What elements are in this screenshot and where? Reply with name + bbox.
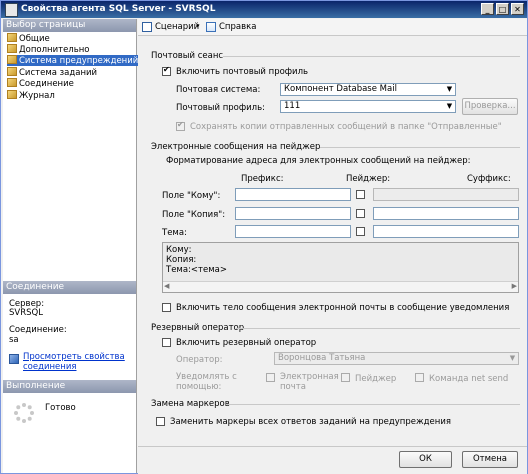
progress-spinner-icon [14,403,34,423]
operator-label: Оператор: [176,355,223,365]
group-divider [226,404,520,405]
prefix-column-label: Префикс: [241,174,284,184]
page-icon [7,90,17,99]
connection-properties-icon [9,354,19,364]
nav-advanced[interactable]: Дополнительно [7,44,90,55]
test-button[interactable]: Проверка... [462,98,518,115]
maximize-button[interactable]: □ [496,3,509,15]
connection-header: Соединение [3,281,136,294]
app-icon [5,3,18,17]
select-page-header: Выбор страницы [3,19,136,32]
address-preview-box: Кому: Копия: Тема:<тема> ◀ ▶ [162,242,519,293]
to-prefix-input[interactable] [235,188,351,201]
notify-netsend-checkbox[interactable] [415,373,424,382]
enable-failsafe-label: Включить резервный оператор [176,338,317,348]
group-divider [320,147,520,148]
connection-label: Соединение: [9,325,67,335]
dropdown-arrow-icon: ▼ [444,101,455,112]
page-icon [7,55,17,64]
to-suffix-input[interactable] [373,188,519,201]
help-icon [206,22,216,32]
title-bar: Свойства агента SQL Server - SVRSQL _ □ … [1,1,527,18]
include-body-checkbox[interactable] [162,303,171,312]
subject-prefix-input[interactable] [235,225,351,238]
horizontal-scrollbar[interactable]: ◀ ▶ [163,281,518,292]
properties-window: Свойства агента SQL Server - SVRSQL _ □ … [0,0,528,474]
save-copies-label: Сохранять копии отправленных сообщений в… [190,122,502,132]
notify-via-label: Уведомлять с помощью: [176,372,237,392]
ok-button[interactable]: ОК [399,451,452,468]
cancel-button[interactable]: Отмена [462,451,518,468]
pager-group-label: Электронные сообщения на пейджер [151,142,321,152]
scroll-left-icon[interactable]: ◀ [164,282,169,290]
cc-pager-checkbox[interactable] [356,209,365,218]
include-body-label: Включить тело сообщения электронной почт… [176,303,510,313]
subject-field-label: Тема: [162,228,187,238]
enable-mail-profile-checkbox[interactable] [162,65,171,76]
window-title: Свойства агента SQL Server - SVRSQL [21,4,216,14]
enable-mail-profile-label: Включить почтовый профиль [176,67,309,77]
progress-status: Готово [45,403,76,413]
nav-general[interactable]: Общие [7,33,50,44]
progress-header: Выполнение [3,380,136,393]
enable-failsafe-checkbox[interactable] [162,338,171,347]
cc-field-label: Поле "Копия": [162,210,226,220]
scroll-right-icon[interactable]: ▶ [512,282,517,290]
mail-profile-label: Почтовый профиль: [176,103,265,113]
cc-prefix-input[interactable] [235,207,351,220]
alert-system-page: Почтовый сеанс Включить почтовый профиль… [138,36,527,446]
notify-email-label: Электронная почта [280,372,339,392]
page-icon [7,78,17,87]
server-value: SVRSQL [9,308,43,318]
preview-cc-line: Копия: [166,255,197,265]
cc-suffix-input[interactable] [373,207,519,220]
nav-connection[interactable]: Соединение [7,78,74,89]
nav-history[interactable]: Журнал [7,90,55,101]
to-field-label: Поле "Кому": [162,191,221,201]
left-pane: Выбор страницы Общие Дополнительно Систе… [3,19,141,473]
notify-pager-label: Пейджер [355,374,397,384]
dropdown-arrow-icon: ▼ [444,84,455,95]
group-divider [223,56,520,57]
help-button[interactable]: Справка [219,22,256,32]
view-connection-properties-link[interactable]: Просмотреть свойства соединения [23,352,133,372]
operator-dropdown[interactable]: Воронцова Татьяна ▼ [274,352,519,365]
suffix-column-label: Суффикс: [467,174,511,184]
to-pager-checkbox[interactable] [356,190,365,199]
failsafe-group-label: Резервный оператор [151,323,245,333]
preview-subject-line: Тема:<тема> [166,265,227,275]
mail-profile-dropdown[interactable]: 111 ▼ [280,100,456,113]
notify-email-checkbox[interactable] [266,373,275,382]
mail-session-group-label: Почтовый сеанс [151,51,224,61]
mail-system-label: Почтовая система: [176,85,261,95]
pager-format-label: Форматирование адреса для электронных со… [166,156,471,166]
notify-pager-checkbox[interactable] [341,373,350,382]
page-icon [7,44,17,53]
replace-tokens-label: Заменить маркеры всех ответов заданий на… [170,417,451,427]
replace-tokens-checkbox[interactable] [156,417,165,426]
dropdown-arrow-icon: ▼ [507,353,518,364]
group-divider [236,328,520,329]
script-button[interactable]: Сценарий [155,22,199,32]
subject-pager-checkbox[interactable] [356,227,365,236]
minimize-button[interactable]: _ [481,3,494,15]
page-icon [7,67,17,76]
nav-alert-system[interactable]: Система предупреждений [7,55,141,66]
preview-to-line: Кому: [166,245,192,255]
notify-netsend-label: Команда net send [429,374,509,384]
save-copies-checkbox[interactable] [176,120,185,131]
mail-system-dropdown[interactable]: Компонент Database Mail ▼ [280,83,456,96]
tokens-group-label: Замена маркеров [151,399,230,409]
subject-suffix-input[interactable] [373,225,519,238]
script-icon [142,22,152,32]
pager-column-label: Пейджер: [346,174,391,184]
nav-job-system[interactable]: Система заданий [7,67,97,78]
close-button[interactable]: ✕ [511,3,524,15]
script-dropdown-icon[interactable]: ▾ [196,22,200,30]
dialog-button-bar: ОК Отмена [138,446,527,474]
toolbar: Сценарий ▾ Справка [138,19,527,36]
page-icon [7,33,17,42]
connection-value: sa [9,335,19,345]
